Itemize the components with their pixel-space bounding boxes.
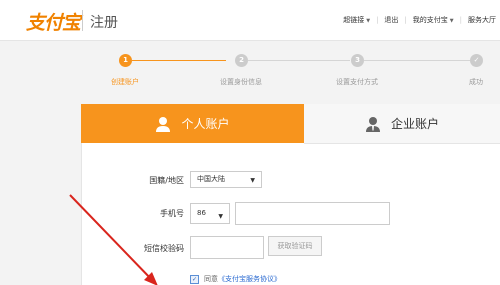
annotation-arrow [69, 194, 158, 285]
